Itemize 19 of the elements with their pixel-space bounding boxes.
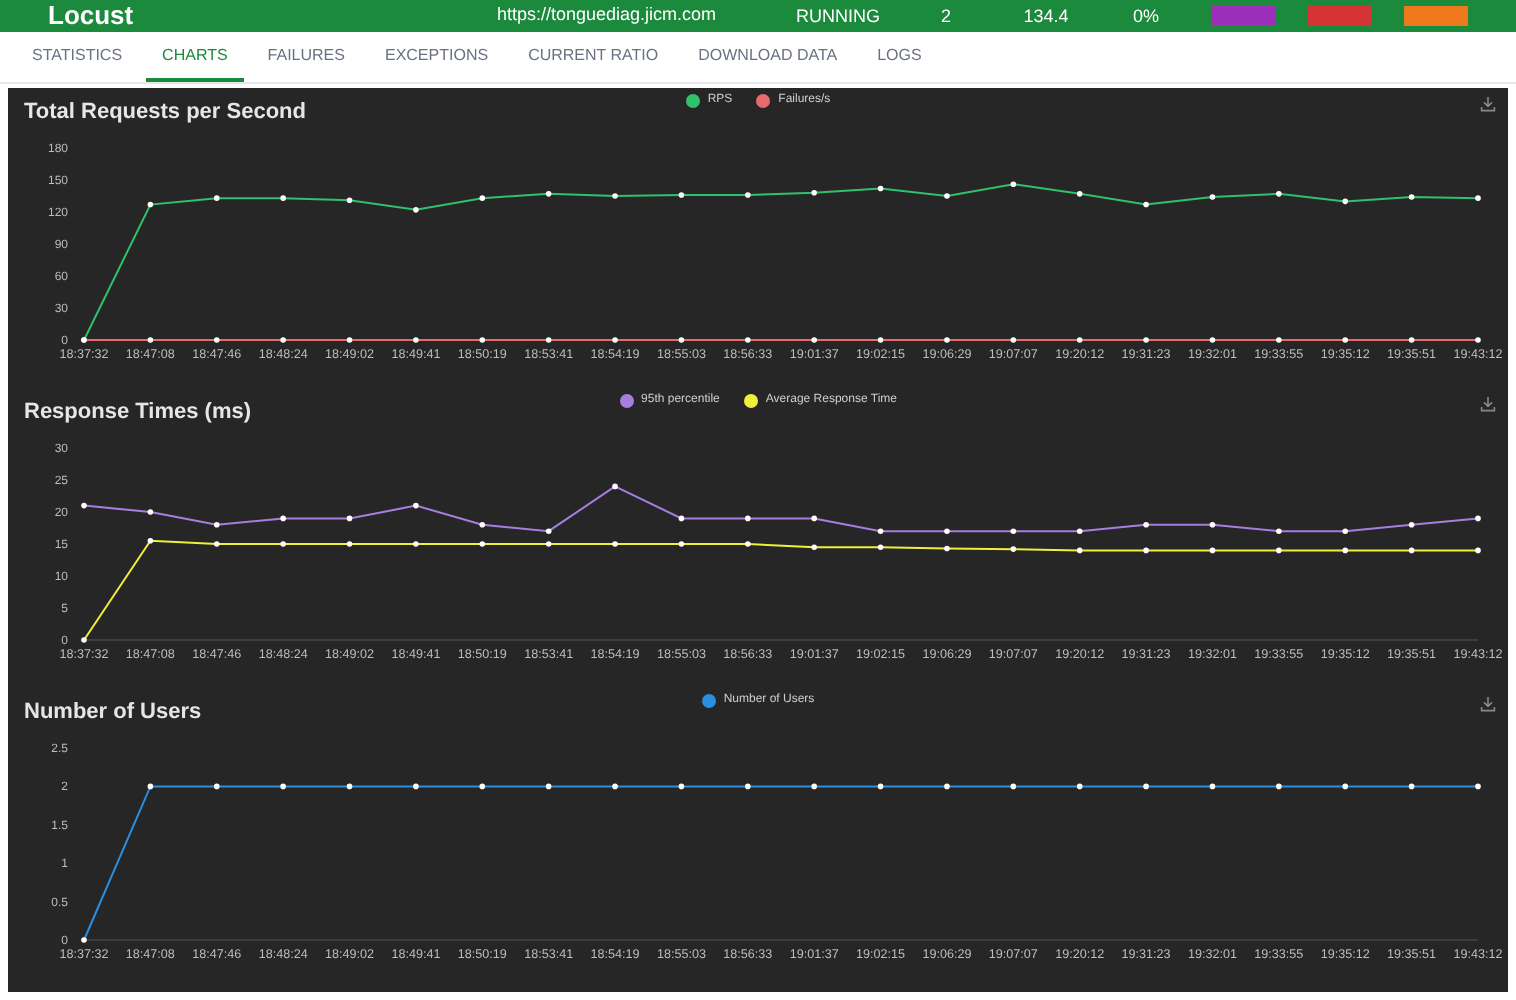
- chart-title: Number of Users: [24, 698, 202, 728]
- tab[interactable]: EXCEPTIONS: [368, 32, 505, 82]
- download-icon[interactable]: [1480, 696, 1496, 712]
- tab[interactable]: STATISTICS: [16, 32, 139, 82]
- failure-rate: 0%: [1130, 4, 1161, 28]
- tab[interactable]: CHARTS: [146, 32, 244, 82]
- tab[interactable]: DOWNLOAD DATA: [682, 32, 854, 82]
- download-icon[interactable]: [1480, 396, 1496, 412]
- status-text: RUNNING: [796, 4, 880, 28]
- chart-title: Total Requests per Second: [24, 98, 306, 128]
- rps-value: 134.4: [1021, 4, 1071, 28]
- tab[interactable]: CURRENT RATIO: [512, 32, 675, 82]
- host-text: https://tonguediag.jicm.com: [496, 2, 716, 29]
- user-count: 2: [938, 4, 953, 28]
- tab[interactable]: LOGS: [861, 32, 938, 82]
- logo-text: Locust: [48, 0, 134, 35]
- chart-title: Response Times (ms): [24, 398, 252, 428]
- tab[interactable]: FAILURES: [251, 32, 361, 82]
- download-icon[interactable]: [1480, 96, 1496, 112]
